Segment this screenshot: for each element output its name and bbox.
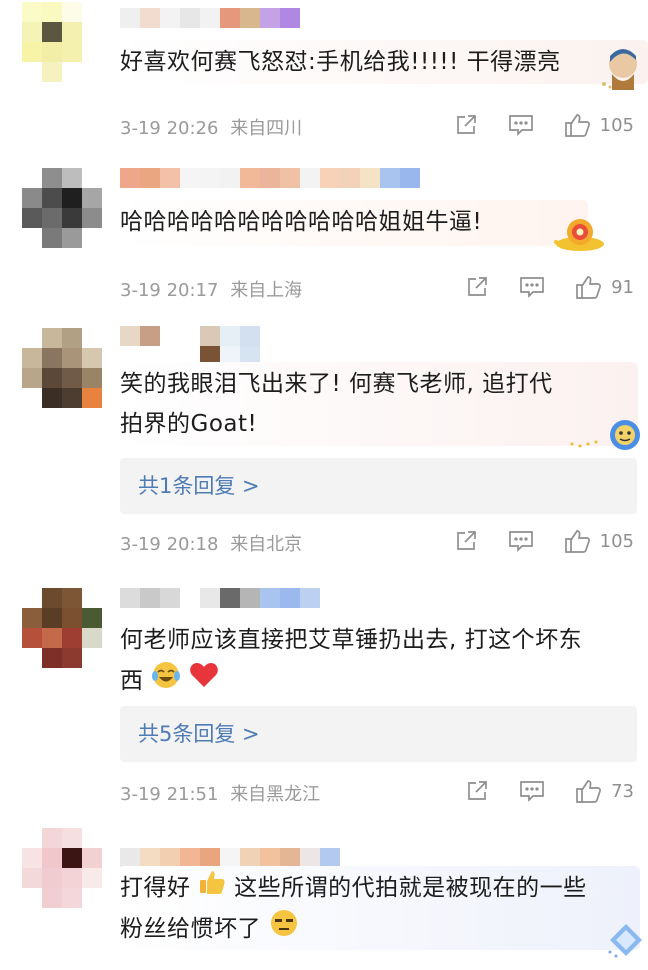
like-button[interactable]: 73 — [575, 778, 634, 804]
view-replies-link[interactable]: 共5条回复 > — [120, 706, 637, 762]
comment-icon — [508, 115, 533, 137]
like-count: 91 — [611, 276, 634, 298]
avatar[interactable] — [22, 2, 102, 82]
thumbs-up-icon — [576, 276, 602, 299]
comment-actions: 73 — [435, 778, 634, 804]
view-replies-link[interactable]: 共1条回复 > — [120, 458, 637, 514]
comment-text-line2: 西 — [120, 660, 219, 703]
share-button[interactable] — [454, 113, 478, 137]
avatar[interactable] — [22, 168, 102, 248]
reply-button[interactable] — [519, 779, 545, 803]
comment-text-part2: 这些所谓的代拍就是被现在的一些 — [234, 875, 587, 901]
share-button[interactable] — [454, 529, 478, 553]
comment-text: 何老师应该直接把艾草锤扔出去, 打这个坏东 — [120, 627, 583, 653]
rocket-emoji-sticker-icon — [568, 416, 644, 458]
like-button[interactable]: 91 — [575, 274, 634, 300]
share-icon — [468, 277, 487, 296]
comment-text-line2: 粉丝给惯坏了 — [120, 908, 299, 951]
comment-text-line2: 拍界的Goat! — [120, 411, 258, 437]
like-button[interactable]: 105 — [564, 112, 634, 138]
comment-time: 3-19 20:26 — [120, 118, 219, 139]
username-mosaic[interactable] — [120, 588, 320, 610]
share-button[interactable] — [465, 779, 489, 803]
comment-meta: 3-19 20:17 来自上海 — [120, 276, 302, 302]
comment-text: 好喜欢何赛飞怒怼:手机给我!!!!! 干得漂亮 — [120, 49, 561, 75]
comment-text: 打得好 这些所谓的代拍就是被现在的一些 — [120, 868, 587, 909]
thumbs-up-emoji-icon — [198, 868, 226, 909]
username-mosaic[interactable] — [120, 168, 420, 190]
like-count: 73 — [611, 780, 634, 802]
heart-icon — [189, 661, 219, 702]
comment-location: 来自黑龙江 — [230, 784, 321, 805]
share-button[interactable] — [465, 275, 489, 299]
like-count: 105 — [599, 114, 634, 136]
avatar[interactable] — [22, 328, 102, 408]
comment-time: 3-19 21:51 — [120, 784, 219, 805]
comment-location: 来自北京 — [230, 534, 303, 555]
comment-meta: 3-19 20:26 来自四川 — [120, 114, 302, 140]
comment-text: 笑的我眼泪飞出来了! 何赛飞老师, 追打代 — [120, 371, 553, 397]
reply-button[interactable] — [508, 113, 534, 137]
comment-location: 来自四川 — [230, 118, 303, 139]
comment-time: 3-19 20:18 — [120, 534, 219, 555]
comment-icon — [508, 531, 533, 553]
portrait-sticker-icon — [600, 44, 646, 94]
share-icon — [456, 115, 476, 134]
username-mosaic[interactable] — [120, 326, 260, 348]
comment-actions: 105 — [424, 112, 634, 138]
share-icon — [456, 531, 476, 550]
laugh-cry-emoji-icon — [151, 660, 181, 703]
reply-button[interactable] — [508, 529, 534, 553]
avatar[interactable] — [22, 828, 102, 908]
coin-sticker-icon — [552, 212, 606, 258]
comment-icon — [520, 277, 544, 299]
unamused-emoji-icon — [269, 908, 299, 951]
comment-text-part1: 打得好 — [120, 875, 191, 901]
reply-button[interactable] — [519, 275, 545, 299]
comment-text-line2-text: 粉丝给惯坏了 — [120, 916, 261, 942]
share-icon — [468, 781, 487, 800]
comment-meta: 3-19 21:51 来自黑龙江 — [120, 780, 320, 806]
comment-actions: 105 — [424, 528, 634, 554]
comment-location: 来自上海 — [230, 280, 303, 301]
avatar[interactable] — [22, 588, 102, 668]
comment-text-line2-text: 西 — [120, 668, 144, 694]
comment-meta: 3-19 20:18 来自北京 — [120, 530, 302, 556]
comment-actions: 91 — [435, 274, 634, 300]
like-count: 105 — [599, 530, 634, 552]
thumbs-up-icon — [564, 530, 590, 553]
like-button[interactable]: 105 — [564, 528, 634, 554]
thumbs-up-icon — [576, 780, 602, 803]
thumbs-up-icon — [564, 114, 590, 137]
username-mosaic[interactable] — [120, 8, 300, 30]
comment-icon — [520, 781, 544, 803]
comment-time: 3-19 20:17 — [120, 280, 219, 301]
diamond-sticker-icon — [606, 920, 646, 964]
comment-text: 哈哈哈哈哈哈哈哈哈哈哈姐姐牛逼! — [120, 209, 483, 235]
